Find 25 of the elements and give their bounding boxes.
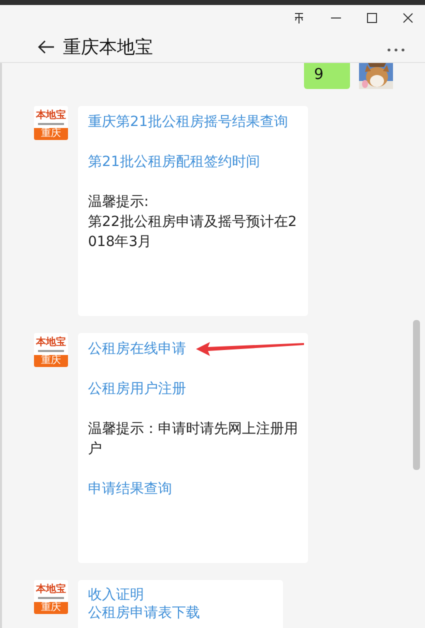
logo-text: 本地宝 [36,584,66,594]
link[interactable]: 申请结果查询 [88,479,172,499]
scrollbar-thumb[interactable] [413,320,420,470]
logo-text: 本地宝 [36,110,66,120]
message-text: 温馨提示: [88,193,149,212]
link[interactable]: 第21批公租房配租签约时间 [88,152,260,172]
maximize-icon[interactable] [367,13,377,23]
link[interactable]: 公租房用户注册 [88,379,186,399]
message-text: 第22批公租房申请及摇号预计在2018年3月 [88,213,298,252]
pin-icon[interactable] [293,12,305,24]
city-label: 重庆 [34,602,68,614]
minimize-icon[interactable] [331,17,341,19]
link[interactable]: 公租房申请表下载 [88,604,200,622]
message-bubble: 9 [304,63,350,89]
more-icon[interactable] [387,48,405,52]
link[interactable]: 公租房在线申请 [88,339,186,359]
window-title: 重庆本地宝 [63,36,154,59]
city-label: 重庆 [34,355,68,367]
logo-text: 本地宝 [36,336,66,348]
back-arrow-icon[interactable] [37,40,55,54]
close-icon[interactable] [403,13,413,23]
link[interactable]: 收入证明 [88,586,144,604]
message-text: 温馨提示：申请时请先网上注册用户 [88,420,298,459]
city-label: 重庆 [34,128,68,140]
link[interactable]: 重庆第21批公租房摇号结果查询 [88,112,288,132]
